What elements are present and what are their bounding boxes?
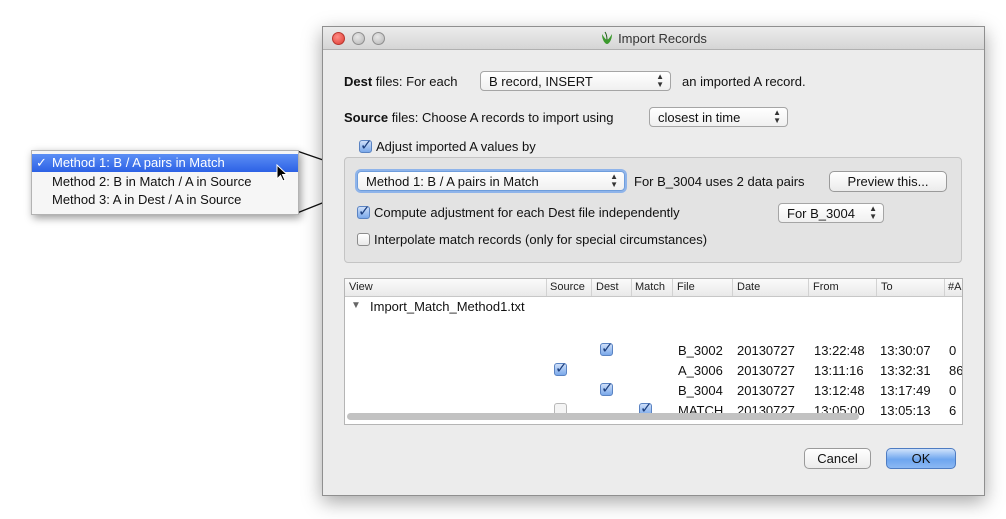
column-divider xyxy=(546,279,547,296)
mouse-pointer-icon xyxy=(276,164,288,182)
dest-files-label: Dest files: For each xyxy=(344,74,457,89)
source-method-popup[interactable]: closest in time ▲ ▼ xyxy=(649,107,788,127)
column-divider xyxy=(876,279,877,296)
interpolate-checkbox-label: Interpolate match records (only for spec… xyxy=(374,232,708,247)
compute-checkbox-label: Compute adjustment for each Dest file in… xyxy=(374,205,680,220)
column-divider xyxy=(631,279,632,296)
menu-item-method-2[interactable]: Method 2: B in Match / A in Source xyxy=(32,173,298,191)
table-header: View Source Dest Match File Date From To… xyxy=(345,279,962,297)
column-divider xyxy=(591,279,592,296)
row1-a-count: 0 xyxy=(949,343,957,358)
menu-item-label: Method 3: A in Dest / A in Source xyxy=(52,192,242,207)
row2-source-checkbox[interactable] xyxy=(554,359,568,377)
column-header-view[interactable]: View xyxy=(349,281,373,293)
import-records-window: Import Records Dest files: For each B re… xyxy=(322,26,985,496)
column-header-match[interactable]: Match xyxy=(635,281,665,293)
row4-a-count: 6 xyxy=(949,403,957,418)
column-divider xyxy=(944,279,945,296)
column-header-from[interactable]: From xyxy=(813,281,839,293)
row4-to: 13:05:13 xyxy=(880,403,931,418)
row2-from: 13:11:16 xyxy=(814,363,864,378)
window-title: Import Records xyxy=(323,31,984,46)
records-table[interactable]: View Source Dest Match File Date From To… xyxy=(344,278,963,425)
row3-from: 13:12:48 xyxy=(814,383,865,398)
compute-checkbox[interactable] xyxy=(357,202,371,220)
menu-item-label: Method 1: B / A pairs in Match xyxy=(52,155,225,170)
column-header-to[interactable]: To xyxy=(881,281,893,293)
menu-item-method-3[interactable]: Method 3: A in Dest / A in Source xyxy=(32,191,298,209)
checkmark-icon: ✓ xyxy=(36,155,47,170)
menu-item-label: Method 2: B in Match / A in Source xyxy=(52,174,252,189)
source-label-rest: files: Choose A records to import using xyxy=(388,110,614,125)
ok-button[interactable]: OK xyxy=(886,448,956,469)
row3-dest-checkbox[interactable] xyxy=(600,379,614,397)
dest-suffix-text: an imported A record. xyxy=(682,74,806,89)
row3-to: 13:17:49 xyxy=(880,383,931,398)
adjustment-group: Method 1: B / A pairs in Match ▲ ▼ For B_… xyxy=(344,157,962,263)
method-dropdown-menu: ✓ Method 1: B / A pairs in Match Method … xyxy=(31,150,299,215)
column-header-source[interactable]: Source xyxy=(550,281,585,293)
updown-arrows-icon: ▲ ▼ xyxy=(773,108,781,125)
horizontal-scrollbar[interactable] xyxy=(347,413,859,420)
row2-to: 13:32:31 xyxy=(880,363,931,378)
pairs-text: For B_3004 uses 2 data pairs xyxy=(634,174,805,189)
column-header-a-count[interactable]: #A xyxy=(948,281,961,293)
dest-label-bold: Dest xyxy=(344,74,373,89)
source-files-label: Source files: Choose A records to import… xyxy=(344,110,614,125)
dest-record-popup[interactable]: B record, INSERT ▲ ▼ xyxy=(480,71,671,91)
disclosure-triangle-icon[interactable]: ▼ xyxy=(351,300,361,311)
row2-a-count: 86 xyxy=(949,363,963,378)
column-divider xyxy=(672,279,673,296)
row3-a-count: 0 xyxy=(949,383,957,398)
source-label-bold: Source xyxy=(344,110,389,125)
updown-arrows-icon: ▲ ▼ xyxy=(656,72,664,89)
row1-file: B_3002 xyxy=(678,343,723,358)
cancel-button[interactable]: Cancel xyxy=(804,448,871,469)
column-divider xyxy=(732,279,733,296)
title-bar[interactable]: Import Records xyxy=(323,27,984,50)
updown-arrows-icon: ▲ ▼ xyxy=(610,172,618,189)
row2-file: A_3006 xyxy=(678,363,723,378)
menu-item-method-1[interactable]: ✓ Method 1: B / A pairs in Match xyxy=(32,154,298,172)
row3-date: 20130727 xyxy=(737,383,795,398)
adjust-checkbox[interactable] xyxy=(359,136,373,154)
interpolate-checkbox[interactable] xyxy=(357,233,370,246)
row1-date: 20130727 xyxy=(737,343,795,358)
column-header-dest[interactable]: Dest xyxy=(596,281,619,293)
for-file-popup-value: For B_3004 xyxy=(787,206,855,221)
row1-dest-checkbox[interactable] xyxy=(600,339,614,357)
method-popup-value: Method 1: B / A pairs in Match xyxy=(366,174,539,189)
for-file-popup[interactable]: For B_3004 ▲ ▼ xyxy=(778,203,884,223)
column-header-file[interactable]: File xyxy=(677,281,695,293)
group-row-filename: Import_Match_Method1.txt xyxy=(370,299,525,314)
method-popup[interactable]: Method 1: B / A pairs in Match ▲ ▼ xyxy=(357,171,625,191)
source-method-popup-value: closest in time xyxy=(658,110,741,125)
updown-arrows-icon: ▲ ▼ xyxy=(869,204,877,221)
app-leaf-icon xyxy=(602,31,613,44)
column-divider xyxy=(808,279,809,296)
row3-file: B_3004 xyxy=(678,383,723,398)
window-title-text: Import Records xyxy=(618,31,707,46)
row1-to: 13:30:07 xyxy=(880,343,931,358)
dest-label-rest: files: For each xyxy=(372,74,458,89)
row2-date: 20130727 xyxy=(737,363,795,378)
row1-from: 13:22:48 xyxy=(814,343,865,358)
dest-record-popup-value: B record, INSERT xyxy=(489,74,593,89)
preview-button[interactable]: Preview this... xyxy=(829,171,947,192)
column-header-date[interactable]: Date xyxy=(737,281,760,293)
adjust-checkbox-label: Adjust imported A values by xyxy=(376,139,536,154)
